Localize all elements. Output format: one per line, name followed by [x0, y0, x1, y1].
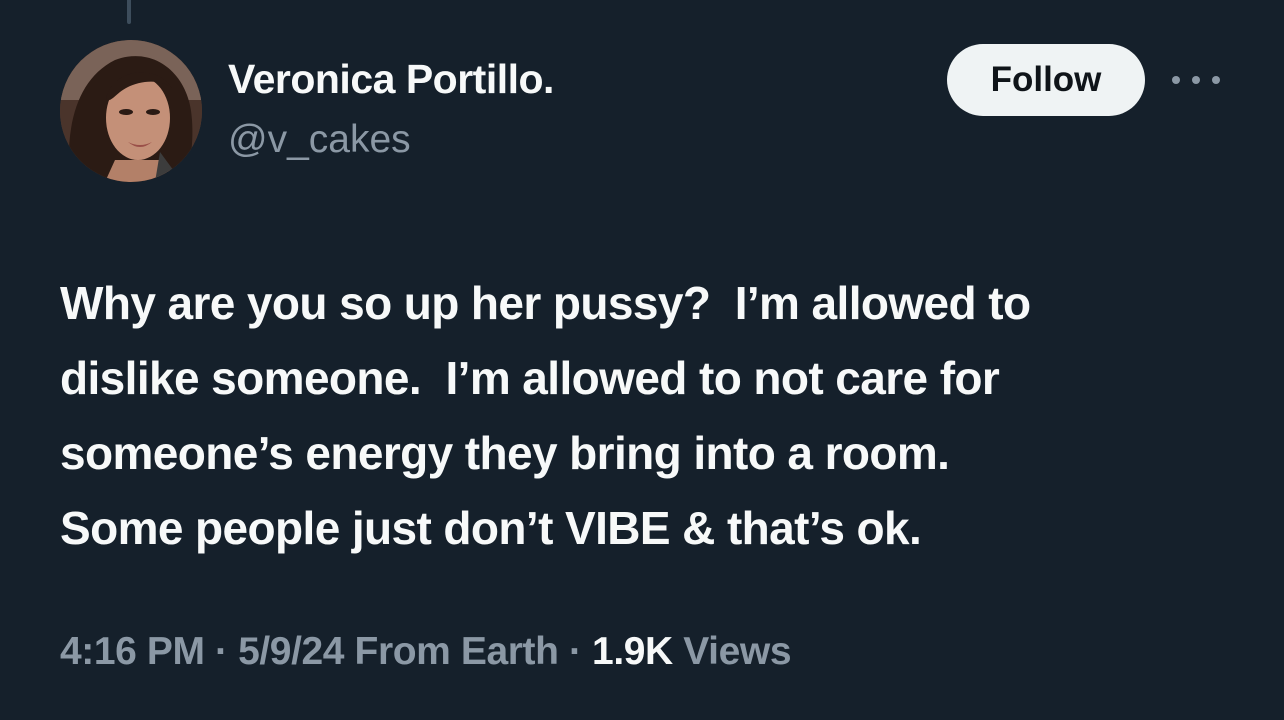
meta-separator: ·	[569, 630, 582, 673]
follow-button[interactable]: Follow	[947, 44, 1145, 116]
more-dot	[1172, 76, 1180, 84]
tweet-text-line: someone’s energy they bring into a room.	[60, 427, 950, 479]
views-count[interactable]: 1.9K	[592, 630, 673, 673]
meta-separator: ·	[215, 630, 228, 673]
thread-connector-line	[127, 0, 131, 24]
tweet-meta: 4:16 PM · 5/9/24 From Earth · 1.9K Views	[60, 630, 792, 674]
views-label[interactable]: Views	[683, 630, 791, 673]
more-dot	[1192, 76, 1200, 84]
tweet-date[interactable]: 5/9/24	[238, 630, 344, 673]
tweet-text-line: dislike someone. I’m allowed to not care…	[60, 352, 1000, 404]
more-dot	[1212, 76, 1220, 84]
profile-photo-icon	[60, 40, 202, 182]
author-handle[interactable]: @v_cakes	[228, 118, 411, 162]
tweet-text-line: Why are you so up her pussy? I’m allowed…	[60, 277, 1031, 329]
author-display-name[interactable]: Veronica Portillo.	[228, 56, 554, 103]
tweet-source: From Earth	[354, 630, 559, 673]
author-avatar[interactable]	[60, 40, 202, 182]
tweet-text: Why are you so up her pussy? I’m allowed…	[60, 266, 1250, 566]
tweet-time[interactable]: 4:16 PM	[60, 630, 205, 673]
tweet-text-line: Some people just don’t VIBE & that’s ok.	[60, 502, 922, 554]
more-horizontal-icon[interactable]	[1172, 70, 1220, 90]
